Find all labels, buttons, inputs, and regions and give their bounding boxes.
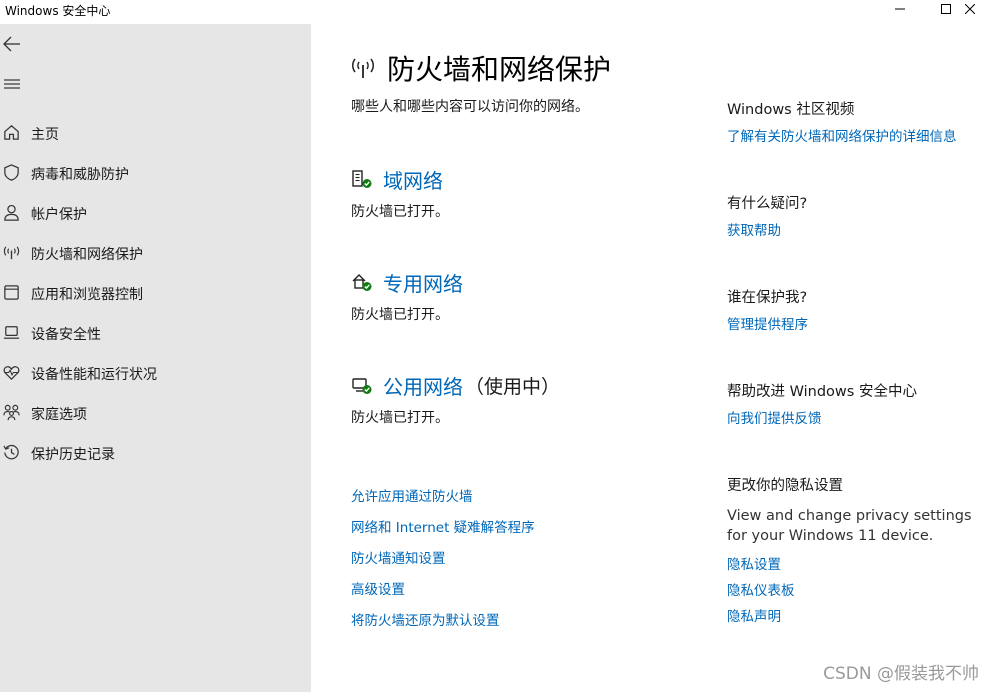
restore-firewall-defaults-link[interactable]: 将防火墙还原为默认设置 xyxy=(351,609,500,629)
advanced-settings-link[interactable]: 高级设置 xyxy=(351,578,405,598)
sidebar-item-label: 主页 xyxy=(31,127,59,143)
allow-app-firewall-link[interactable]: 允许应用通过防火墙 xyxy=(351,485,473,505)
network-domain-link[interactable]: 域网络 xyxy=(383,165,443,194)
learn-more-firewall-link[interactable]: 了解有关防火墙和网络保护的详细信息 xyxy=(727,125,957,145)
public-network-icon xyxy=(352,378,372,394)
back-button[interactable] xyxy=(2,34,24,56)
back-arrow-icon xyxy=(3,36,20,52)
privacy-description-line1: View and change privacy settings xyxy=(727,508,972,524)
private-network-icon xyxy=(352,274,372,291)
antenna-icon xyxy=(352,58,374,78)
page-title: 防火墙和网络保护 xyxy=(387,53,612,86)
sidebar-item-protection-history[interactable]: 保护历史记录 xyxy=(0,433,311,473)
questions-heading: 有什么疑问? xyxy=(727,196,808,212)
network-troubleshooter-link[interactable]: 网络和 Internet 疑难解答程序 xyxy=(351,516,535,536)
network-in-use-label: （使用中） xyxy=(465,376,561,398)
family-icon xyxy=(3,404,20,421)
sidebar-item-label: 设备安全性 xyxy=(31,327,101,343)
sidebar-item-label: 保护历史记录 xyxy=(31,447,115,463)
network-status: 防火墙已打开。 xyxy=(351,204,449,220)
heart-pulse-icon xyxy=(3,366,20,381)
sidebar-item-home[interactable]: 主页 xyxy=(0,113,311,153)
watermark: CSDN @假装我不帅 xyxy=(823,664,979,684)
privacy-description-line2: for your Windows 11 device. xyxy=(727,528,934,544)
sidebar-item-label: 帐户保护 xyxy=(31,207,87,223)
person-icon xyxy=(4,204,19,221)
window-title: Windows 安全中心 xyxy=(5,4,111,18)
home-icon xyxy=(4,125,19,140)
history-icon xyxy=(3,444,19,460)
page-description: 哪些人和哪些内容可以访问你的网络。 xyxy=(351,99,589,115)
sidebar-item-app-browser-control[interactable]: 应用和浏览器控制 xyxy=(0,273,311,313)
privacy-settings-link[interactable]: 隐私设置 xyxy=(727,553,781,573)
app-window-icon xyxy=(4,285,19,300)
minimize-icon xyxy=(895,8,905,10)
hamburger-icon xyxy=(4,79,20,89)
privacy-statement-link[interactable]: 隐私声明 xyxy=(727,605,781,625)
shield-icon xyxy=(4,164,19,181)
improve-heading: 帮助改进 Windows 安全中心 xyxy=(727,384,917,400)
sidebar-item-label: 设备性能和运行状况 xyxy=(31,367,157,383)
minimize-button[interactable] xyxy=(877,0,923,18)
domain-network-icon xyxy=(352,170,372,188)
privacy-dashboard-link[interactable]: 隐私仪表板 xyxy=(727,579,795,599)
get-help-link[interactable]: 获取帮助 xyxy=(727,219,781,239)
sidebar-item-firewall[interactable]: 防火墙和网络保护 xyxy=(0,233,311,273)
sidebar-item-device-performance[interactable]: 设备性能和运行状况 xyxy=(0,353,311,393)
sidebar-item-label: 病毒和威胁防护 xyxy=(31,167,129,183)
network-status: 防火墙已打开。 xyxy=(351,410,449,426)
sidebar-item-label: 防火墙和网络保护 xyxy=(31,247,143,263)
network-private-link[interactable]: 专用网络 xyxy=(383,268,463,297)
title-bar: Windows 安全中心 xyxy=(0,0,993,24)
main-content: 防火墙和网络保护 哪些人和哪些内容可以访问你的网络。 域网络 防火墙已打开。 专… xyxy=(311,24,993,692)
sidebar-item-account-protection[interactable]: 帐户保护 xyxy=(0,193,311,233)
network-public: 公用网络 （使用中） 防火墙已打开。 xyxy=(351,371,671,431)
page-header: 防火墙和网络保护 xyxy=(349,48,611,88)
close-button[interactable] xyxy=(947,0,993,18)
laptop-icon xyxy=(3,326,20,339)
sidebar-item-virus-protection[interactable]: 病毒和威胁防护 xyxy=(0,153,311,193)
network-domain: 域网络 防火墙已打开。 xyxy=(351,165,651,225)
sidebar-item-label: 家庭选项 xyxy=(31,407,87,423)
privacy-heading: 更改你的隐私设置 xyxy=(727,478,843,494)
community-videos-heading: Windows 社区视频 xyxy=(727,102,855,118)
who-protects-heading: 谁在保护我? xyxy=(727,290,808,306)
network-status: 防火墙已打开。 xyxy=(351,307,449,323)
close-icon xyxy=(965,4,975,14)
give-feedback-link[interactable]: 向我们提供反馈 xyxy=(727,407,822,427)
firewall-notification-settings-link[interactable]: 防火墙通知设置 xyxy=(351,547,446,567)
sidebar-item-label: 应用和浏览器控制 xyxy=(31,287,143,303)
manage-providers-link[interactable]: 管理提供程序 xyxy=(727,313,808,333)
network-private: 专用网络 防火墙已打开。 xyxy=(351,268,651,328)
sidebar-item-family-options[interactable]: 家庭选项 xyxy=(0,393,311,433)
sidebar: 主页 病毒和威胁防护 帐户保护 防火墙和网络保护 应用和浏览器控制 设备安全性 … xyxy=(0,24,311,692)
network-public-link[interactable]: 公用网络 xyxy=(383,371,463,400)
antenna-icon xyxy=(3,246,20,260)
menu-button[interactable] xyxy=(2,74,24,96)
sidebar-item-device-security[interactable]: 设备安全性 xyxy=(0,313,311,353)
